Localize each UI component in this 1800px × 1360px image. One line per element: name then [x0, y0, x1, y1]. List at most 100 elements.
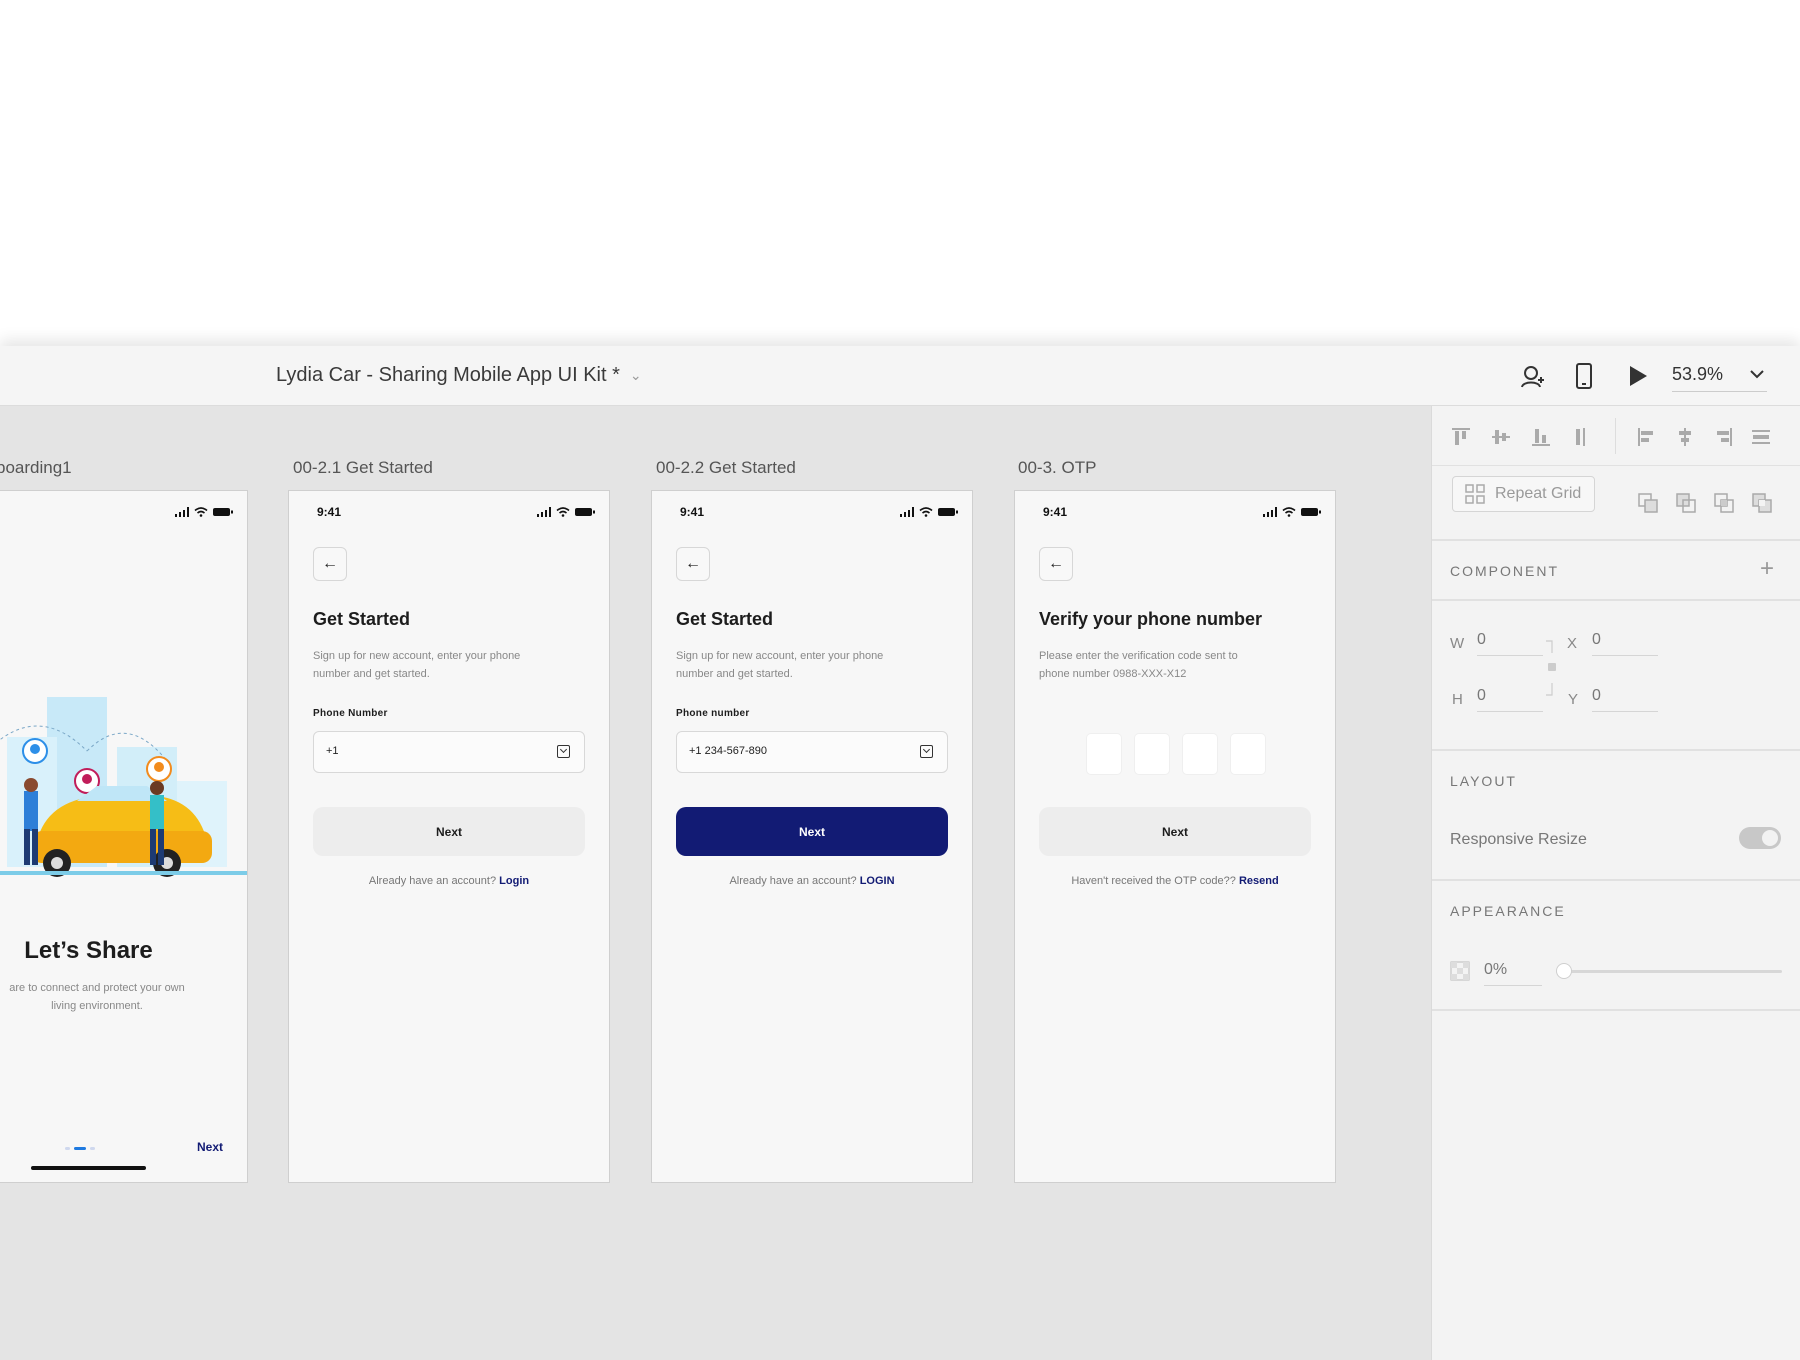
opacity-input[interactable]: 0%: [1484, 961, 1542, 986]
car-sharing-illustration: [0, 697, 247, 877]
artboard-otp[interactable]: 9:41 ← Verify your phone number Please e…: [1014, 490, 1336, 1183]
share-user-icon[interactable]: [1518, 362, 1546, 390]
layout-title: LAYOUT: [1450, 773, 1517, 789]
phone-field-label: Phone number: [676, 708, 750, 719]
otp-digit-input[interactable]: [1183, 734, 1217, 774]
status-time: 9:41: [317, 505, 342, 519]
signal-icon: [1263, 507, 1277, 517]
arrow-left-icon: ←: [1048, 555, 1064, 572]
lock-aspect-icon[interactable]: [1544, 639, 1560, 699]
distribute-horizontal-icon[interactable]: [1750, 426, 1772, 448]
login-link[interactable]: Login: [499, 875, 529, 887]
opacity-slider-knob[interactable]: [1556, 963, 1572, 979]
battery-icon: [1301, 508, 1321, 516]
artboard-get-started-1[interactable]: 9:41 ← Get Started Sign up for new accou…: [288, 490, 610, 1183]
align-left-icon[interactable]: [1636, 426, 1658, 448]
login-link[interactable]: LOGIN: [860, 875, 895, 887]
repeat-grid-icon: [1465, 484, 1485, 504]
otp-digit-input[interactable]: [1135, 734, 1169, 774]
y-input[interactable]: 0: [1592, 687, 1658, 712]
chevron-down-icon[interactable]: ⌄: [630, 367, 642, 384]
height-input[interactable]: 0: [1477, 687, 1543, 712]
appearance-title: APPEARANCE: [1450, 903, 1566, 919]
onboarding-title: Let’s Share: [24, 937, 153, 964]
onboarding-next-link[interactable]: Next: [197, 1140, 223, 1154]
page-title: Verify your phone number: [1039, 609, 1263, 629]
pagination-dots: [65, 1147, 95, 1150]
next-button[interactable]: Next: [676, 807, 948, 856]
status-icons: [900, 507, 958, 517]
boolean-intersect-icon[interactable]: [1713, 492, 1735, 514]
signal-icon: [537, 507, 551, 517]
status-bar: 9:41: [289, 505, 609, 523]
x-label: X: [1567, 635, 1578, 652]
boolean-exclude-icon[interactable]: [1751, 492, 1773, 514]
battery-icon: [938, 508, 958, 516]
transform-section: W 0 X 0 H 0 Y 0: [1432, 601, 1800, 751]
next-button[interactable]: Next: [313, 807, 585, 856]
battery-icon: [575, 508, 595, 516]
device-preview-icon[interactable]: [1570, 362, 1598, 390]
repeat-grid-label: Repeat Grid: [1495, 485, 1582, 502]
distribute-vertical-icon[interactable]: [1568, 426, 1590, 448]
status-icons: [175, 507, 233, 517]
back-button[interactable]: ←: [313, 547, 347, 581]
page-subtitle: Sign up for new account, enter your phon…: [676, 650, 884, 680]
design-canvas[interactable]: boarding1 Let’s Share are to connect and…: [0, 406, 1431, 1360]
responsive-resize-toggle[interactable]: [1739, 827, 1781, 849]
artboard-onboarding[interactable]: Let’s Share are to connect and protect y…: [0, 490, 248, 1183]
repeat-grid-section: Repeat Grid: [1432, 466, 1800, 541]
play-icon[interactable]: [1624, 362, 1652, 390]
resend-prompt-text: Haven't received the OTP code??: [1071, 875, 1236, 887]
login-prompt: Already have an account? LOGIN: [652, 875, 972, 887]
artboard-label[interactable]: boarding1: [0, 458, 72, 478]
phone-input[interactable]: +1 234-567-890: [676, 731, 948, 773]
zoom-chevron-down-icon[interactable]: [1750, 366, 1764, 382]
login-prompt-text: Already have an account?: [368, 875, 497, 887]
boolean-add-icon[interactable]: [1637, 492, 1659, 514]
phone-input-value: +1: [326, 745, 339, 757]
align-right-icon[interactable]: [1712, 426, 1734, 448]
align-bottom-icon[interactable]: [1530, 426, 1552, 448]
page-title: Get Started: [676, 609, 774, 629]
status-time: 9:41: [680, 505, 705, 519]
x-input[interactable]: 0: [1592, 631, 1658, 656]
phone-field-label: Phone Number: [313, 708, 388, 719]
document-title[interactable]: Lydia Car - Sharing Mobile App UI Kit * …: [276, 364, 642, 387]
repeat-grid-button[interactable]: Repeat Grid: [1452, 476, 1595, 512]
component-title: COMPONENT: [1450, 563, 1559, 579]
artboard-label[interactable]: 00-2.1 Get Started: [293, 458, 433, 478]
status-icons: [537, 507, 595, 517]
onboarding-subtitle: are to connect and protect your own livi…: [9, 982, 185, 1012]
artboard-label[interactable]: 00-2.2 Get Started: [656, 458, 796, 478]
page-title: Get Started: [313, 609, 411, 629]
login-prompt: Already have an account? Login: [289, 875, 609, 887]
back-button[interactable]: ←: [1039, 547, 1073, 581]
artboard-get-started-2[interactable]: 9:41 ← Get Started Sign up for new accou…: [651, 490, 973, 1183]
width-label: W: [1450, 635, 1465, 652]
otp-digit-input[interactable]: [1087, 734, 1121, 774]
country-select-icon[interactable]: [920, 745, 933, 758]
align-top-icon[interactable]: [1450, 426, 1472, 448]
otp-input-group: [1087, 734, 1265, 774]
width-input[interactable]: 0: [1477, 631, 1543, 656]
boolean-subtract-icon[interactable]: [1675, 492, 1697, 514]
next-button[interactable]: Next: [1039, 807, 1311, 856]
country-select-icon[interactable]: [557, 745, 570, 758]
toolbar-divider: [1615, 418, 1616, 454]
otp-digit-input[interactable]: [1231, 734, 1265, 774]
opacity-slider[interactable]: [1556, 963, 1782, 979]
status-time: 9:41: [1043, 505, 1068, 519]
align-middle-icon[interactable]: [1490, 426, 1512, 448]
wifi-icon: [919, 507, 933, 517]
phone-input[interactable]: +1: [313, 731, 585, 773]
title-bar: Lydia Car - Sharing Mobile App UI Kit * …: [0, 346, 1800, 406]
wifi-icon: [556, 507, 570, 517]
battery-icon: [213, 508, 233, 516]
align-center-icon[interactable]: [1674, 426, 1696, 448]
artboard-label[interactable]: 00-3. OTP: [1018, 458, 1096, 478]
back-button[interactable]: ←: [676, 547, 710, 581]
wifi-icon: [194, 507, 208, 517]
resend-link[interactable]: Resend: [1239, 875, 1279, 887]
add-component-icon[interactable]: +: [1760, 555, 1774, 583]
